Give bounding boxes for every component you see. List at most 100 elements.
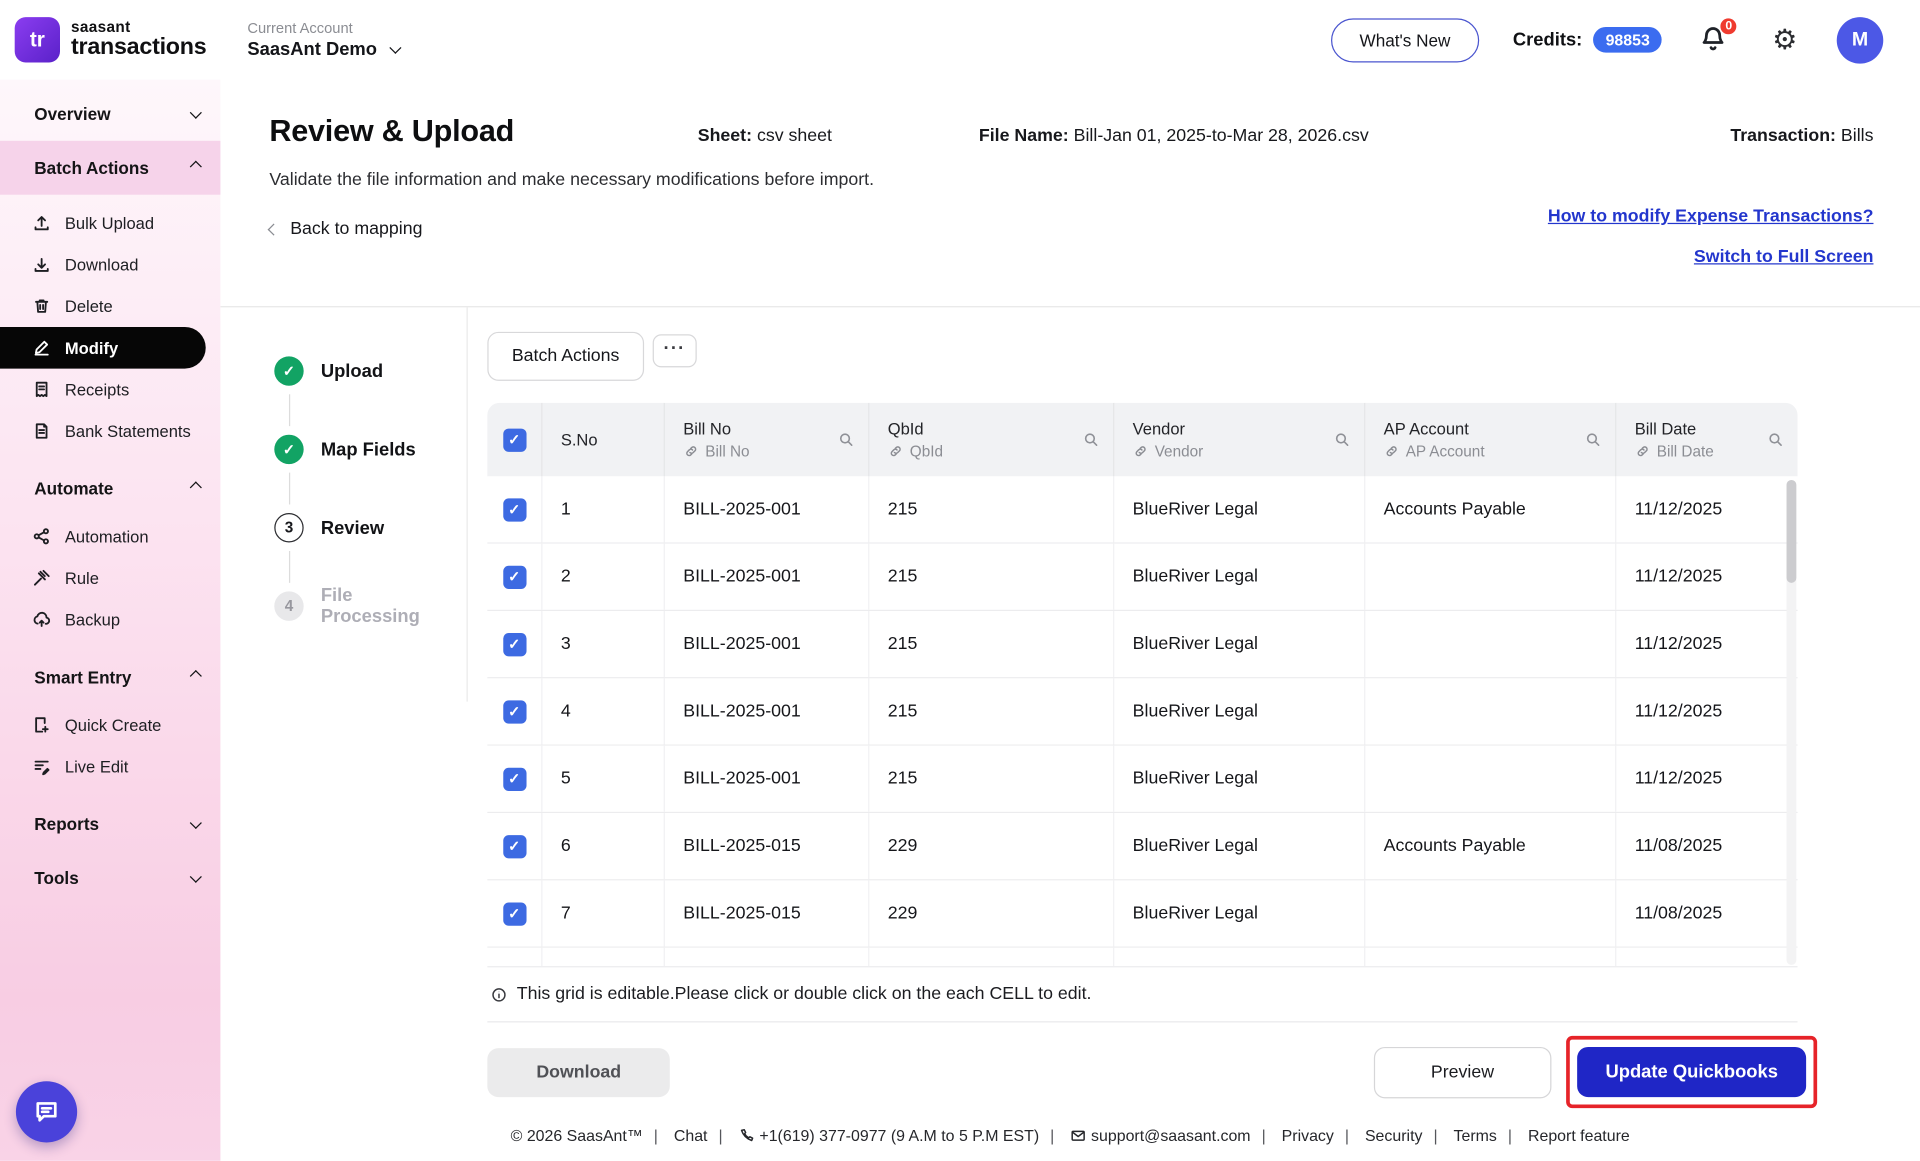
sidebar-section-batch-actions[interactable]: Batch Actions (0, 140, 221, 195)
row-checkbox[interactable]: ✓ (487, 543, 543, 610)
sidebar-section-tools[interactable]: Tools (0, 851, 220, 905)
cell-ap-account[interactable] (1365, 745, 1617, 812)
credits-badge[interactable]: 98853 (1593, 26, 1663, 53)
row-checkbox[interactable]: ✓ (487, 745, 543, 812)
cell-bill-no[interactable]: BILL-2025-001 (665, 543, 870, 610)
sidebar-item-quick-create[interactable]: Quick Create (0, 704, 220, 746)
row-checkbox[interactable]: ✓ (487, 813, 543, 880)
cell-bill-date[interactable]: 11/12/2025 (1616, 746, 1797, 812)
sidebar-item-modify[interactable]: Modify (0, 326, 206, 369)
cell-qbid[interactable]: 229 (869, 880, 1115, 947)
cell-bill-no[interactable]: BILL-2025-015 (665, 813, 870, 880)
batch-actions-button[interactable]: Batch Actions (487, 331, 644, 381)
settings-button[interactable]: ⚙ (1772, 25, 1797, 54)
sidebar-section-automate[interactable]: Automate (0, 462, 220, 516)
cell-bill-no[interactable]: BILL-2025-001 (665, 678, 870, 745)
cell-bill-date[interactable]: 11/12/2025 (1616, 544, 1797, 610)
sidebar-section-overview[interactable]: Overview (0, 87, 220, 141)
cell-vendor[interactable]: BlueRiver Legal (1114, 813, 1366, 880)
cell-vendor[interactable]: BlueRiver Legal (1114, 476, 1366, 543)
search-icon[interactable] (1333, 431, 1350, 448)
grid-scrollbar[interactable] (1786, 480, 1797, 965)
footer-privacy-link[interactable]: Privacy (1251, 1127, 1334, 1145)
sidebar-item-rule[interactable]: Rule (0, 557, 220, 599)
cell-vendor[interactable]: BlueRiver Legal (1114, 611, 1366, 678)
account-switcher[interactable]: Current Account SaasAnt Demo (247, 20, 402, 60)
sidebar-item-receipts[interactable]: Receipts (0, 369, 220, 411)
notifications-button[interactable]: 0 (1699, 16, 1739, 56)
how-to-modify-link[interactable]: How to modify Expense Transactions? (1548, 207, 1874, 227)
column-header-vendor[interactable]: Vendor Vendor (1114, 402, 1366, 477)
sidebar-item-live-edit[interactable]: Live Edit (0, 746, 220, 788)
cell-bill-date[interactable]: 11/08/2025 (1616, 813, 1797, 879)
footer-terms-link[interactable]: Terms (1422, 1127, 1497, 1145)
download-button[interactable]: Download (487, 1047, 671, 1097)
sidebar-item-bulk-upload[interactable]: Bulk Upload (0, 202, 220, 244)
cell-sno[interactable]: 4 (542, 678, 665, 745)
chat-widget-button[interactable] (15, 1081, 78, 1143)
sidebar-item-delete[interactable]: Delete (0, 285, 220, 327)
column-header-qbid[interactable]: QbId QbId (869, 402, 1115, 477)
scrollbar-thumb[interactable] (1786, 480, 1797, 583)
cell-bill-no[interactable]: BILL-2025-015 (665, 880, 870, 947)
update-quickbooks-button[interactable]: Update Quickbooks (1577, 1046, 1807, 1098)
back-to-mapping-link[interactable]: Back to mapping (267, 219, 422, 239)
row-checkbox[interactable]: ✓ (487, 880, 543, 947)
row-checkbox[interactable]: ✓ (487, 611, 543, 678)
user-avatar[interactable]: M (1836, 16, 1884, 64)
search-icon[interactable] (838, 431, 855, 448)
select-all-checkbox[interactable]: ✓ (487, 402, 543, 477)
sidebar-section-smart-entry[interactable]: Smart Entry (0, 650, 220, 704)
column-header-bill-no[interactable]: Bill No Bill No (665, 402, 870, 477)
cell-sno[interactable]: 6 (542, 813, 665, 880)
cell-qbid[interactable]: 215 (869, 678, 1115, 745)
more-actions-button[interactable]: ··· (652, 334, 697, 368)
cell-bill-date[interactable]: 11/12/2025 (1616, 476, 1797, 542)
cell-bill-date[interactable]: 11/12/2025 (1616, 678, 1797, 744)
sidebar-section-reports[interactable]: Reports (0, 797, 220, 851)
cell-ap-account[interactable] (1365, 880, 1617, 947)
app-logo[interactable]: tr (14, 17, 61, 63)
cell-qbid[interactable]: 215 (869, 476, 1115, 543)
cell-ap-account[interactable]: Accounts Payable (1365, 476, 1617, 543)
sidebar-item-automation[interactable]: Automation (0, 516, 220, 558)
cell-sno[interactable]: 5 (542, 745, 665, 812)
whats-new-button[interactable]: What's New (1331, 17, 1479, 62)
footer-chat-link[interactable]: Chat (643, 1127, 708, 1145)
cell-vendor[interactable]: BlueRiver Legal (1114, 880, 1366, 947)
cell-vendor[interactable]: BlueRiver Legal (1114, 745, 1366, 812)
cell-bill-date[interactable]: 11/12/2025 (1616, 611, 1797, 677)
column-header-bill-date[interactable]: Bill Date Bill Date (1616, 403, 1797, 476)
cell-ap-account[interactable] (1365, 611, 1617, 678)
cell-bill-no[interactable]: BILL-2025-001 (665, 476, 870, 543)
footer-security-link[interactable]: Security (1334, 1127, 1423, 1145)
sidebar-item-backup[interactable]: Backup (0, 599, 220, 641)
cell-qbid[interactable]: 215 (869, 611, 1115, 678)
sidebar-item-bank-statements[interactable]: Bank Statements (0, 410, 220, 452)
cell-bill-no[interactable]: BILL-2025-001 (665, 611, 870, 678)
cell-qbid[interactable]: 215 (869, 745, 1115, 812)
footer-report-feature-link[interactable]: Report feature (1497, 1127, 1630, 1145)
cell-vendor[interactable]: BlueRiver Legal (1114, 678, 1366, 745)
cell-sno[interactable]: 1 (542, 476, 665, 543)
cell-bill-date[interactable]: 11/08/2025 (1616, 880, 1797, 946)
preview-button[interactable]: Preview (1373, 1046, 1552, 1098)
sidebar-item-download[interactable]: Download (0, 244, 220, 286)
row-checkbox[interactable]: ✓ (487, 476, 543, 543)
cell-sno[interactable]: 2 (542, 543, 665, 610)
search-icon[interactable] (1767, 431, 1784, 448)
column-header-sno[interactable]: S.No (542, 402, 665, 477)
search-icon[interactable] (1082, 431, 1099, 448)
cell-bill-no[interactable]: BILL-2025-001 (665, 745, 870, 812)
cell-qbid[interactable]: 229 (869, 813, 1115, 880)
cell-ap-account[interactable]: Accounts Payable (1365, 813, 1617, 880)
cell-ap-account[interactable] (1365, 543, 1617, 610)
cell-vendor[interactable]: BlueRiver Legal (1114, 543, 1366, 610)
cell-ap-account[interactable] (1365, 678, 1617, 745)
cell-qbid[interactable]: 215 (869, 543, 1115, 610)
cell-sno[interactable]: 7 (542, 880, 665, 947)
row-checkbox[interactable]: ✓ (487, 678, 543, 745)
cell-sno[interactable]: 3 (542, 611, 665, 678)
switch-fullscreen-link[interactable]: Switch to Full Screen (1694, 247, 1874, 267)
column-header-ap-account[interactable]: AP Account AP Account (1365, 402, 1617, 477)
